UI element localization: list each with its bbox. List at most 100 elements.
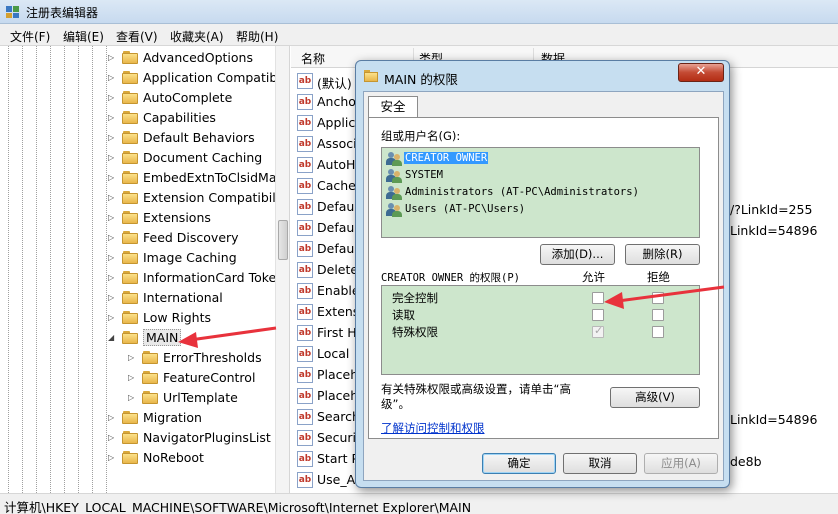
data-cell: LinkId=54896 [730,223,818,238]
tree-item[interactable]: ▷ Low Rights [0,308,275,328]
deny-checkbox[interactable] [652,292,664,304]
folder-icon [122,131,138,145]
value-name: Enable [317,283,360,298]
tree-item[interactable]: ▷ AutoComplete [0,88,275,108]
close-button[interactable]: ✕ [678,63,724,82]
expand-icon[interactable]: ▷ [108,413,117,422]
dialog-title: MAIN 的权限 [384,72,458,87]
expand-icon[interactable]: ▷ [108,253,117,262]
apply-button[interactable]: 应用(A) [644,453,718,474]
menu-edit[interactable]: 编辑(E) [63,28,104,45]
deny-checkbox[interactable] [652,309,664,321]
data-cell: de8b [730,454,762,469]
expand-icon[interactable]: ▷ [108,93,117,102]
allow-checkbox[interactable]: ✓ [592,324,604,338]
string-value-icon: ab [297,115,313,131]
tree-item-label: ErrorThresholds [163,350,262,365]
ok-button[interactable]: 确定 [482,453,556,474]
tree-item[interactable]: ▷ FeatureControl [0,368,275,388]
value-name: Defaul [317,199,358,214]
tree-item[interactable]: ▷ Capabilities [0,108,275,128]
string-value-icon: ab [297,367,313,383]
tree-item[interactable]: ▷ ErrorThresholds [0,348,275,368]
expand-icon[interactable]: ▷ [108,293,117,302]
tree-item[interactable]: ▷ Extension Compatibili [0,188,279,208]
tree-item-label: Extensions [143,210,211,225]
tab-security[interactable]: 安全 [368,96,418,118]
tree-scroll-thumb[interactable] [278,220,288,260]
tree-item[interactable]: ▷ Migration [0,408,275,428]
tree-item[interactable]: ◢ MAIN [0,328,275,348]
tree-item-label: InformationCard Toke [143,270,277,285]
expand-icon[interactable]: ▷ [108,213,117,222]
expand-icon[interactable]: ▷ [128,373,137,382]
users-list[interactable]: CREATOR OWNER SYSTEM Administrators (AT-PC… [381,147,700,238]
tree-item-label: Low Rights [143,310,212,325]
menu-bar: 文件(F) 编辑(E) 查看(V) 收藏夹(A) 帮助(H) [0,24,838,46]
user-name: CREATOR OWNER [404,152,489,164]
expand-icon[interactable]: ▷ [128,393,137,402]
menu-favorites[interactable]: 收藏夹(A) [170,28,224,45]
expand-icon[interactable]: ▷ [108,133,117,142]
tree-scrollbar[interactable] [275,46,289,493]
user-item[interactable]: Administrators (AT-PC\Administrators) [384,185,697,202]
tree-item-label: NoReboot [143,450,204,465]
allow-checkbox[interactable] [592,309,604,321]
menu-view[interactable]: 查看(V) [116,28,158,45]
user-group-icon [386,203,402,217]
value-name: Extens [317,304,360,319]
tree-item[interactable]: ▷ International [0,288,275,308]
tree-item[interactable]: ▷ NavigatorPluginsList [0,428,275,448]
expand-icon[interactable]: ▷ [108,453,117,462]
add-button[interactable]: 添加(D)... [540,244,615,265]
tree-item[interactable]: ▷ Default Behaviors [0,128,275,148]
expand-icon[interactable]: ▷ [108,113,117,122]
user-item[interactable]: CREATOR OWNER [384,151,697,168]
deny-checkbox[interactable] [652,326,664,338]
expand-icon[interactable]: ▷ [108,53,117,62]
tree-item-label: AutoComplete [143,90,233,105]
allow-header: 允许 [582,270,605,284]
menu-help[interactable]: 帮助(H) [236,28,278,45]
expand-icon[interactable]: ▷ [108,233,117,242]
allow-checkbox[interactable] [592,292,604,304]
tree-item[interactable]: ▷ AdvancedOptions [0,48,275,68]
menu-file[interactable]: 文件(F) [10,28,50,45]
expand-icon[interactable]: ▷ [108,193,117,202]
tree-item[interactable]: ▷ InformationCard Toke [0,268,277,288]
tree-item[interactable]: ▷ UrlTemplate [0,388,275,408]
cancel-button[interactable]: 取消 [563,453,637,474]
user-item[interactable]: SYSTEM [384,168,697,185]
expand-icon[interactable]: ▷ [108,173,117,182]
string-value-icon: ab [297,388,313,404]
advanced-button[interactable]: 高级(V) [610,387,700,408]
expand-icon[interactable]: ▷ [108,433,117,442]
remove-button[interactable]: 删除(R) [625,244,700,265]
tree-item[interactable]: ▷ EmbedExtnToClsidMa [0,168,276,188]
expand-icon[interactable]: ▷ [108,73,117,82]
collapse-icon[interactable]: ◢ [108,333,117,342]
tree-item[interactable]: ▷ Document Caching [0,148,275,168]
string-value-icon: ab [297,262,313,278]
tree-item[interactable]: ▷ Image Caching [0,248,275,268]
status-bar: 计算机\HKEY_LOCAL_MACHINE\SOFTWARE\Microsof… [0,493,838,514]
registry-tree[interactable]: ▷ AdvancedOptions ▷ Application Compatib ▷ Au… [0,46,290,493]
tree-item[interactable]: ▷ Extensions [0,208,275,228]
tree-item[interactable]: ▷ Feed Discovery [0,228,275,248]
column-name[interactable]: 名称 [301,50,325,67]
expand-icon[interactable]: ▷ [108,313,117,322]
folder-icon [122,91,138,105]
tree-item[interactable]: ▷ Application Compatib [0,68,277,88]
folder-icon [122,191,138,205]
string-value-icon: ab [297,157,313,173]
user-item[interactable]: Users (AT-PC\Users) [384,202,697,219]
regedit-icon [6,6,19,18]
expand-icon[interactable]: ▷ [108,153,117,162]
learn-more-link[interactable]: 了解访问控制和权限 [381,420,485,436]
data-cell: /?LinkId=255 [730,202,813,217]
expand-icon[interactable]: ▷ [128,353,137,362]
expand-icon[interactable]: ▷ [108,273,117,282]
tree-item[interactable]: ▷ NoReboot [0,448,275,468]
value-name: Cache [317,178,356,193]
value-name: Applic [317,115,356,130]
